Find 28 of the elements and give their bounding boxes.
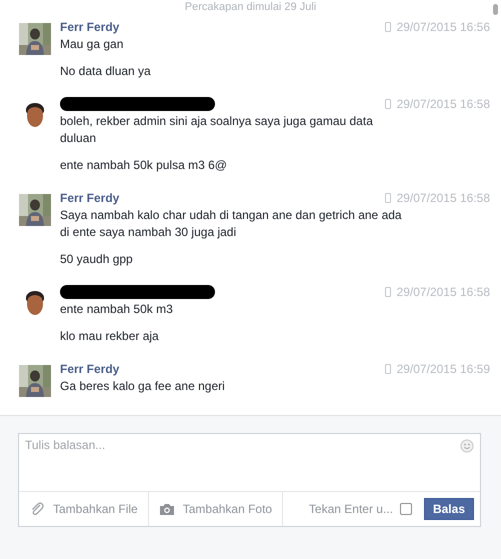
message-text: ente nambah 50k m3 — [60, 301, 174, 318]
timestamp: 29/07/2015 16:56 — [396, 20, 490, 34]
message-text: Ga beres kalo ga fee ane ngeri — [60, 378, 226, 395]
message-text: No data dluan ya — [60, 63, 152, 80]
message-text: klo mau rekber aja — [60, 328, 160, 345]
timestamp: 29/07/2015 16:58 — [396, 191, 490, 205]
timestamp: 29/07/2015 16:58 — [396, 97, 490, 111]
phone-icon — [384, 364, 391, 374]
phone-icon — [384, 22, 391, 32]
message-text: 50 yaudh gpp — [60, 251, 134, 268]
timestamp: 29/07/2015 16:58 — [396, 285, 490, 299]
conversation-start-label: Percakapan dimulai 29 Juli — [184, 1, 316, 14]
enter-to-send-label: Tekan Enter u... — [308, 502, 393, 516]
phone-icon — [384, 193, 391, 203]
scrollbar-thumb[interactable] — [493, 4, 498, 15]
sender-name[interactable]: Ferr Ferdy — [60, 20, 120, 34]
camera-icon — [158, 501, 175, 517]
message-text: ente nambah 50k pulsa m3 6@ — [60, 157, 228, 174]
timestamp: 29/07/2015 16:59 — [396, 362, 490, 376]
message-text: boleh, rekber admin sini aja soalnya saya juga gamau data duluan — [60, 113, 374, 147]
checkbox[interactable] — [400, 503, 412, 515]
send-button[interactable]: Balas — [424, 498, 474, 520]
phone-icon — [384, 99, 391, 109]
phone-icon — [384, 287, 391, 297]
message-text: Saya nambah kalo char udah di tangan ane dan getrich ane ada di ente saya nambah 30 juga jadi — [60, 207, 403, 241]
message-text: Mau ga gan — [60, 36, 124, 53]
sender-name[interactable]: Ferr Ferdy — [60, 362, 120, 376]
sender-name[interactable]: Ferr Ferdy — [60, 191, 120, 205]
